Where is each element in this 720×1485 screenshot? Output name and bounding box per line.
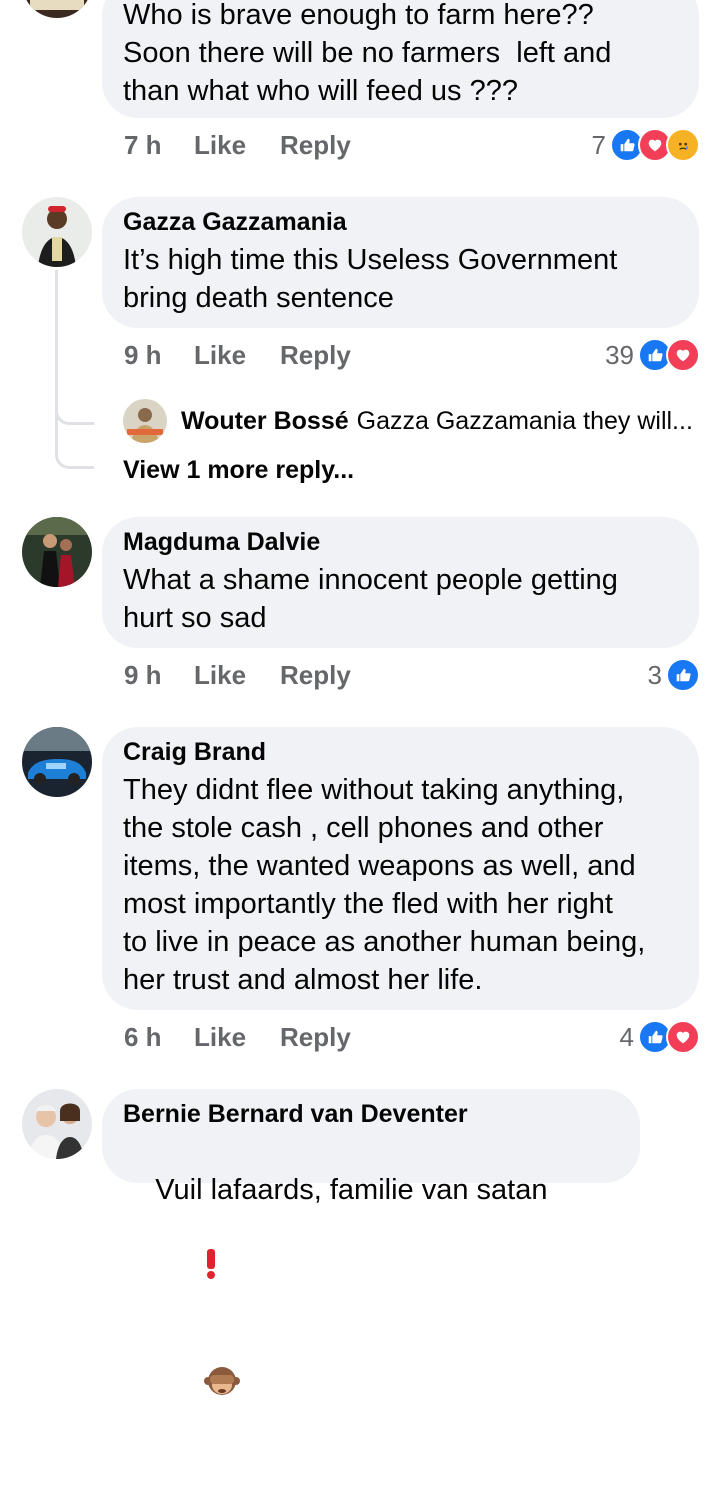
reaction-summary[interactable]: 3 bbox=[648, 655, 700, 695]
reply-author[interactable]: Wouter Bossé bbox=[181, 407, 349, 436]
reply-avatar[interactable] bbox=[123, 399, 167, 443]
see-no-evil-monkey-emoji bbox=[155, 1327, 240, 1447]
reply-button[interactable]: Reply bbox=[280, 660, 351, 691]
like-button[interactable]: Like bbox=[194, 660, 280, 691]
like-button[interactable]: Like bbox=[194, 340, 280, 371]
reply-button[interactable]: Reply bbox=[280, 340, 351, 371]
reaction-summary[interactable]: 39 bbox=[605, 335, 700, 375]
comment-actions: 9 h Like Reply bbox=[124, 335, 351, 375]
like-button[interactable]: Like bbox=[194, 1022, 280, 1053]
reply-text: Gazza Gazzamania they will... bbox=[356, 406, 693, 435]
comment-time[interactable]: 6 h bbox=[124, 1022, 194, 1053]
love-reaction-icon bbox=[666, 1020, 700, 1054]
comment-time[interactable]: 7 h bbox=[124, 130, 194, 161]
comment-text: Vuil lafaards, familie van satan bbox=[123, 1133, 620, 1485]
comment-text: Who is brave enough to farm here?? Soon … bbox=[123, 0, 612, 107]
love-reaction-icon bbox=[666, 338, 700, 372]
commenter-avatar[interactable] bbox=[22, 0, 92, 18]
reply-button[interactable]: Reply bbox=[280, 1022, 351, 1053]
like-button[interactable]: Like bbox=[194, 130, 280, 161]
comment-actions: 9 h Like Reply bbox=[124, 655, 351, 695]
sad-reaction-icon bbox=[666, 128, 700, 162]
commenter-avatar[interactable] bbox=[22, 727, 92, 797]
commenter-avatar[interactable] bbox=[22, 1089, 92, 1159]
reply-button[interactable]: Reply bbox=[280, 130, 351, 161]
comment-bubble: Who is brave enough to farm here?? Soon … bbox=[102, 0, 699, 118]
commenter-avatar[interactable] bbox=[22, 517, 92, 587]
comment-author[interactable]: Gazza Gazzamania bbox=[123, 207, 679, 237]
comment-bubble: Gazza Gazzamania It’s high time this Use… bbox=[102, 197, 699, 328]
comment-time[interactable]: 9 h bbox=[124, 660, 194, 691]
comment-author[interactable]: Magduma Dalvie bbox=[123, 527, 679, 557]
like-reaction-icon bbox=[666, 658, 700, 692]
reaction-count: 7 bbox=[591, 129, 606, 160]
comment-text: It’s high time this Useless Government b… bbox=[123, 244, 618, 314]
reply-preview[interactable]: Wouter Bossé Gazza Gazzamania they will.… bbox=[123, 399, 693, 443]
comment-bubble: Bernie Bernard van Deventer Vuil lafaard… bbox=[102, 1089, 640, 1395]
reaction-summary[interactable]: 4 bbox=[620, 1017, 700, 1057]
comment-bubble: Craig Brand They didnt flee without taki… bbox=[102, 727, 699, 1010]
comment-text: What a shame innocent people getting hur… bbox=[123, 564, 618, 634]
comment-author[interactable]: Craig Brand bbox=[123, 737, 679, 767]
reaction-count: 39 bbox=[605, 339, 634, 370]
comment-bubble: Magduma Dalvie What a shame innocent peo… bbox=[102, 517, 699, 648]
view-more-replies-link[interactable]: View 1 more reply... bbox=[123, 456, 354, 485]
comment-text-content: Vuil lafaards, familie van satan bbox=[155, 1174, 548, 1206]
commenter-avatar[interactable] bbox=[22, 197, 92, 267]
reaction-summary[interactable]: 7 bbox=[592, 125, 700, 165]
comment-text: They didnt flee without taking anything,… bbox=[123, 774, 646, 996]
reaction-count: 4 bbox=[619, 1021, 634, 1052]
comment-author[interactable]: Bernie Bernard van Deventer bbox=[123, 1099, 620, 1129]
comment-time[interactable]: 9 h bbox=[124, 340, 194, 371]
comment-actions: 7 h Like Reply bbox=[124, 125, 351, 165]
reaction-count: 3 bbox=[647, 659, 662, 690]
thread-branch bbox=[55, 420, 94, 469]
comment-actions: 6 h Like Reply bbox=[124, 1017, 351, 1057]
exclamation-emoji bbox=[155, 1209, 217, 1327]
